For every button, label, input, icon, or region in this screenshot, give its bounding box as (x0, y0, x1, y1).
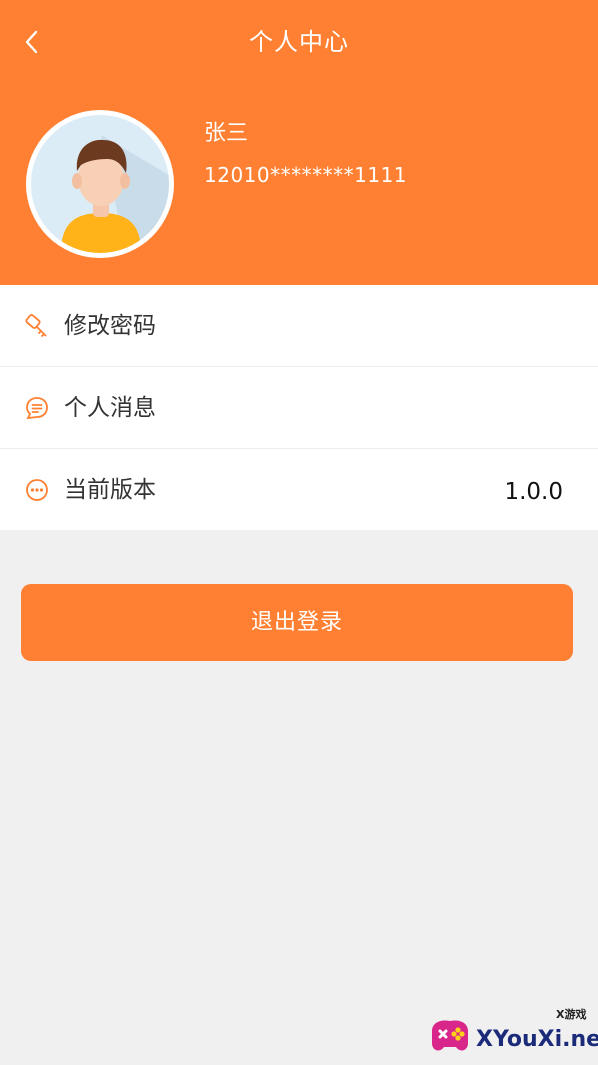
version-number: 1.0.0 (504, 479, 563, 505)
menu-item-change-password[interactable]: 修改密码 (0, 285, 598, 367)
watermark: X游戏 XYouXi.net (424, 1005, 598, 1061)
profile-header: 个人中心 张三 12010********1111 (0, 0, 598, 285)
page-title: 个人中心 (249, 28, 349, 56)
message-icon (26, 397, 48, 420)
menu-item-label: 修改密码 (64, 313, 156, 339)
key-icon (25, 314, 47, 338)
menu-item-current-version[interactable]: 当前版本 1.0.0 (0, 449, 598, 530)
user-avatar-icon (31, 115, 169, 253)
menu-item-label: 当前版本 (64, 477, 156, 503)
logout-button[interactable]: 退出登录 (21, 584, 573, 661)
watermark-brand: XYouXi.net (476, 1027, 598, 1052)
user-id-number: 12010********1111 (204, 163, 408, 187)
avatar[interactable] (26, 110, 174, 258)
menu-item-label: 个人消息 (64, 395, 156, 421)
menu-item-personal-messages[interactable]: 个人消息 (0, 367, 598, 449)
user-name: 张三 (204, 121, 249, 146)
watermark-small-text: X游戏 (556, 1008, 587, 1021)
more-dots-icon (26, 479, 48, 501)
gamepad-logo-icon (432, 1020, 468, 1051)
settings-menu: 修改密码 个人消息 当前版本 1.0.0 (0, 285, 598, 530)
